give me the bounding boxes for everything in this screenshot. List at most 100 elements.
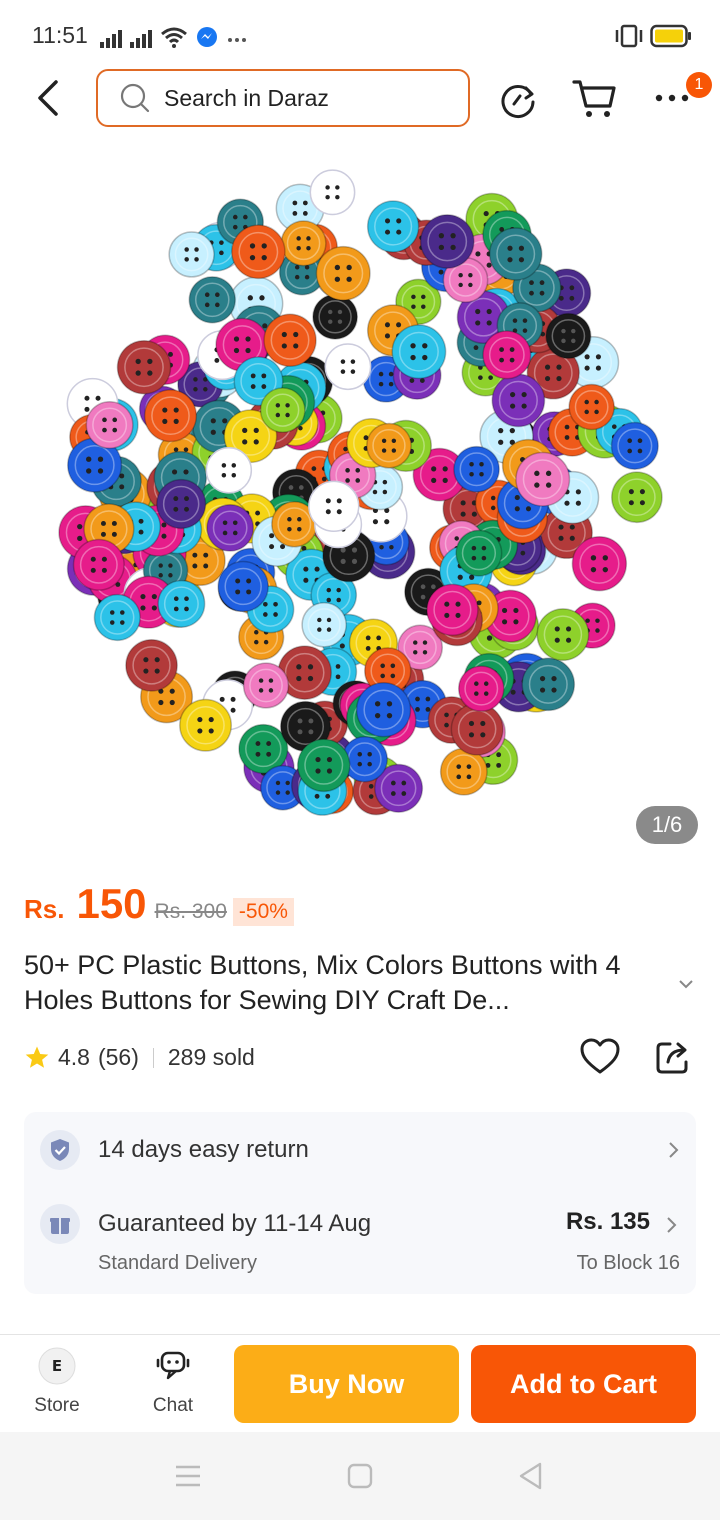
button-item [491,373,546,428]
button-item [93,593,141,642]
delivery-type: Standard Delivery [98,1252,257,1274]
button-item [168,231,215,278]
chevron-down-icon[interactable] [678,978,694,990]
cart-badge: 1 [686,72,712,98]
product-photo-buttons [58,169,663,816]
svg-text:E: E [52,1357,62,1375]
search-icon [120,83,150,113]
battery-icon [650,24,691,48]
chat-button[interactable]: Chat [138,1347,208,1425]
button-item [72,538,125,591]
store-logo-icon: E [38,1347,76,1385]
chevron-right-icon [669,1142,679,1158]
button-item [263,313,317,367]
button-item [205,447,253,494]
button-item [259,387,306,434]
add-to-cart-button[interactable]: Add to Cart [471,1345,696,1423]
vibrate-icon [615,24,643,48]
star-icon [25,1046,49,1068]
returns-text: 14 days easy return [98,1136,309,1163]
rating-score: 4.8 [58,1044,90,1070]
cart-icon[interactable] [572,76,618,120]
price-row: Rs. 150 Rs. 300 -50% [24,880,294,928]
button-item [453,445,500,493]
button-item [324,343,372,391]
button-item [231,224,286,280]
price-currency: Rs. [24,894,65,924]
button-item [488,227,543,281]
button-item [188,276,236,324]
chat-label: Chat [152,1395,194,1416]
search-bar[interactable]: Search in Daraz [96,69,470,127]
product-title: 50+ PC Plastic Buttons, Mix Colors Butto… [24,950,621,1015]
back-nav-icon[interactable] [518,1462,544,1490]
button-item [308,480,360,532]
delivery-location: To Block 16 [576,1252,680,1274]
button-item [143,389,198,443]
gift-box-icon [40,1204,80,1244]
history-icon[interactable] [498,80,538,120]
button-item [179,698,233,752]
more-options-icon[interactable] [654,92,690,104]
button-item [280,220,327,267]
store-button[interactable]: E Store [22,1347,92,1425]
button-item [125,638,178,692]
button-item [296,738,351,793]
button-item [482,330,532,380]
delivery-row[interactable]: Guaranteed by 11-14 Aug Standard Deliver… [40,1204,680,1284]
button-item [426,583,479,637]
back-icon[interactable] [34,78,62,118]
menu-icon[interactable] [174,1464,202,1488]
original-price: Rs. 300 [154,900,227,923]
button-item [457,665,505,712]
returns-row[interactable]: 14 days easy return [40,1130,680,1170]
button-item [391,324,447,380]
button-item [536,608,590,662]
top-bar: Search in Daraz 1 [0,66,720,130]
button-item [419,214,475,269]
signal-icon-2 [130,30,152,48]
button-item [206,504,255,552]
rating-row[interactable]: 4.8 (56) 289 sold [24,1044,255,1071]
buy-now-button[interactable]: Buy Now [234,1345,459,1423]
button-item [315,245,371,301]
button-item [85,400,134,449]
status-time: 11:51 [32,22,88,48]
button-item [242,662,290,709]
button-item [301,602,347,648]
chevron-right-icon [667,1217,677,1233]
messenger-icon [197,27,217,47]
store-label: Store [34,1395,80,1416]
search-placeholder: Search in Daraz [164,84,329,111]
button-item [521,657,576,712]
wifi-icon [161,27,187,48]
sold-count: 289 sold [167,1044,255,1070]
button-item [610,421,659,470]
rating-count: (56) [97,1044,139,1070]
image-counter: 1/6 [636,806,698,844]
status-bar: 11:51 [0,0,720,70]
divider [152,1047,154,1068]
button-item [366,422,412,469]
button-item [545,312,592,360]
product-image[interactable] [0,140,720,860]
button-item [515,451,571,507]
button-item [156,478,207,530]
status-icons [100,26,248,48]
current-price: 150 [76,880,147,927]
button-item [366,200,420,253]
home-icon[interactable] [347,1463,373,1489]
button-item [116,339,172,395]
chat-icon [156,1351,190,1380]
more-notifications-icon [228,38,246,42]
button-item [571,536,628,592]
delivery-price: Rs. 135 [565,1208,650,1235]
bottom-action-bar: E Store Chat Buy Now Add to Cart [0,1334,720,1432]
discount-badge: -50% [232,898,294,926]
button-item [157,579,206,628]
button-item [312,293,359,340]
heart-icon[interactable] [580,1038,620,1076]
delivery-title: Guaranteed by 11-14 Aug [98,1210,372,1237]
share-icon[interactable] [654,1038,692,1076]
button-item [568,383,615,431]
